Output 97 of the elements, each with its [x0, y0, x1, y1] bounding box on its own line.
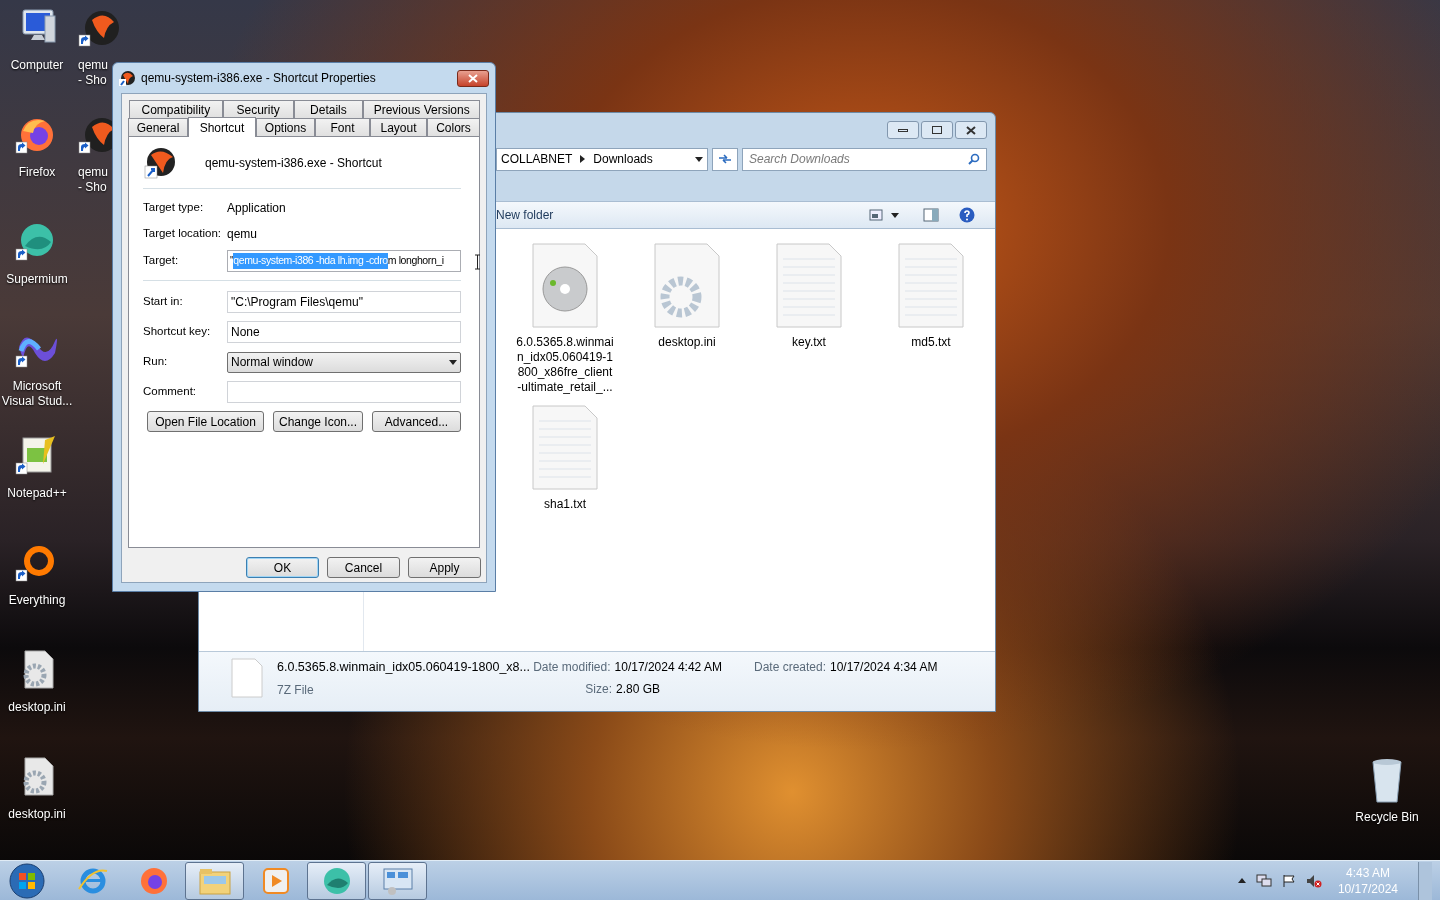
run-dropdown[interactable]: Normal window — [227, 351, 461, 373]
restore-icon — [932, 126, 942, 134]
settings-file-icon — [653, 243, 721, 329]
file-icon — [231, 658, 263, 698]
text-input[interactable]: "C:\Program Files\qemu" — [227, 291, 461, 313]
control-panel-icon — [381, 865, 414, 896]
file-name[interactable]: 6.0.5365.8.winmain_idx05.060419-1800_x86fre_client-ultimate_retail_... — [516, 335, 614, 395]
desktop-icon-label[interactable]: desktop.ini — [0, 700, 74, 715]
dialog-button[interactable]: Apply — [408, 557, 481, 578]
close-button[interactable] — [955, 121, 987, 139]
file-name[interactable]: key.txt — [760, 335, 858, 350]
desktop-icon-label[interactable]: qemu - Sho — [78, 165, 112, 195]
field-label: Start in: — [143, 294, 184, 310]
app-icon — [143, 146, 177, 179]
detail-value: 10/17/2024 4:34 AM — [830, 659, 938, 676]
address-bar[interactable]: COLLABNET Downloads — [496, 147, 708, 171]
file-name[interactable]: md5.txt — [882, 335, 980, 350]
close-icon — [966, 125, 976, 135]
dialog-button[interactable]: OK — [246, 557, 319, 578]
desktop-icon-label[interactable]: Recycle Bin — [1355, 808, 1419, 826]
shortcut-name: qemu-system-i386.exe - Shortcut — [205, 154, 382, 172]
text-cursor-icon — [474, 254, 481, 270]
detail-label: Date modified: — [532, 659, 611, 676]
dialog-button[interactable]: Change Icon... — [273, 411, 363, 432]
desktop-icon-label[interactable]: desktop.ini — [0, 807, 74, 822]
tab[interactable]: General — [128, 118, 188, 136]
window-title: qemu-system-i386.exe - Shortcut Properties — [141, 70, 376, 87]
desktop-icon-label[interactable]: Microsoft Visual Stud... — [0, 379, 74, 409]
text-input[interactable] — [227, 381, 461, 403]
dropdown-arrow-icon[interactable] — [891, 212, 899, 218]
tab[interactable]: Shortcut — [188, 117, 256, 137]
field-label: Target location: — [143, 225, 222, 241]
desktop-icon-label[interactable]: Notepad++ — [0, 486, 74, 501]
chevron-right-icon — [580, 155, 586, 163]
document-icon — [531, 405, 599, 491]
flag-icon[interactable] — [1281, 873, 1296, 888]
document-icon — [897, 243, 965, 329]
taskbar-app-button[interactable] — [185, 861, 244, 900]
tab[interactable]: Colors — [427, 118, 480, 136]
dialog-button[interactable]: Advanced... — [372, 411, 461, 432]
close-icon — [468, 73, 478, 83]
app-icon — [119, 70, 135, 86]
view-icon[interactable] — [869, 209, 883, 221]
tab[interactable]: Previous Versions — [363, 100, 480, 118]
field-value: qemu — [227, 225, 258, 243]
field-label: Target: — [143, 253, 180, 269]
detail-value: 10/17/2024 4:42 AM — [614, 659, 722, 676]
field-label: Target type: — [143, 199, 205, 215]
tab[interactable]: Security — [222, 100, 294, 118]
caret-up-icon[interactable] — [1237, 878, 1246, 883]
detail-value: 2.80 GB — [615, 681, 660, 698]
tab[interactable]: Font — [315, 118, 370, 136]
search-input[interactable]: Search Downloads — [749, 150, 968, 168]
file-type: 7Z File — [277, 681, 315, 699]
tab[interactable]: Details — [293, 100, 364, 118]
tab[interactable]: Options — [256, 118, 315, 136]
windows-orb-icon — [9, 862, 45, 899]
document-icon — [775, 243, 843, 329]
close-button[interactable] — [457, 69, 489, 87]
dropdown-arrow-icon — [695, 156, 703, 162]
refresh-icon — [717, 153, 733, 165]
tab[interactable]: Compatibility — [129, 100, 223, 118]
field-label: Run: — [143, 354, 169, 370]
new-folder-button[interactable]: New folder — [496, 206, 554, 224]
desktop-icon-label[interactable]: qemu - Sho — [78, 58, 112, 88]
desktop-icon-label[interactable]: Firefox — [0, 165, 74, 180]
minimize-icon — [898, 128, 908, 132]
dialog-button[interactable]: Open File Location — [147, 411, 264, 432]
file-name[interactable]: desktop.ini — [638, 335, 736, 350]
breadcrumb-item[interactable]: Downloads — [593, 150, 653, 168]
taskbar-app-button[interactable] — [307, 861, 366, 900]
desktop-icon-label[interactable]: Supermium — [0, 272, 74, 287]
file-name: 6.0.5365.8.winmain_idx05.060419-1800_x8... — [277, 659, 530, 676]
dialog-button[interactable]: Cancel — [327, 557, 400, 578]
help-icon[interactable] — [959, 207, 975, 223]
breadcrumb-item[interactable]: COLLABNET — [501, 150, 573, 168]
search-field[interactable]: Search Downloads — [742, 147, 987, 171]
text-input[interactable]: None — [227, 321, 461, 343]
detail-label: Size: — [584, 681, 612, 698]
search-icon — [968, 153, 980, 165]
play-icon — [260, 865, 291, 896]
desktop-icon-label[interactable]: Everything — [0, 593, 74, 608]
disc-file-icon — [531, 243, 599, 329]
field-value: Application — [227, 199, 286, 217]
detail-label: Date created: — [753, 659, 826, 676]
field-label: Comment: — [143, 384, 198, 400]
network-icon[interactable] — [1255, 873, 1272, 888]
taskbar-app-button[interactable] — [368, 861, 427, 900]
desktop-icon-label[interactable]: Computer — [0, 58, 74, 73]
field-label: Shortcut key: — [143, 324, 212, 340]
file-name[interactable]: sha1.txt — [516, 497, 614, 512]
muted-speaker-icon[interactable] — [1305, 873, 1322, 888]
refresh-button[interactable] — [712, 147, 738, 171]
maximize-button[interactable] — [921, 121, 953, 139]
dropdown-arrow-icon — [449, 359, 457, 365]
tab[interactable]: Layout — [370, 118, 427, 136]
minimize-button[interactable] — [887, 121, 919, 139]
